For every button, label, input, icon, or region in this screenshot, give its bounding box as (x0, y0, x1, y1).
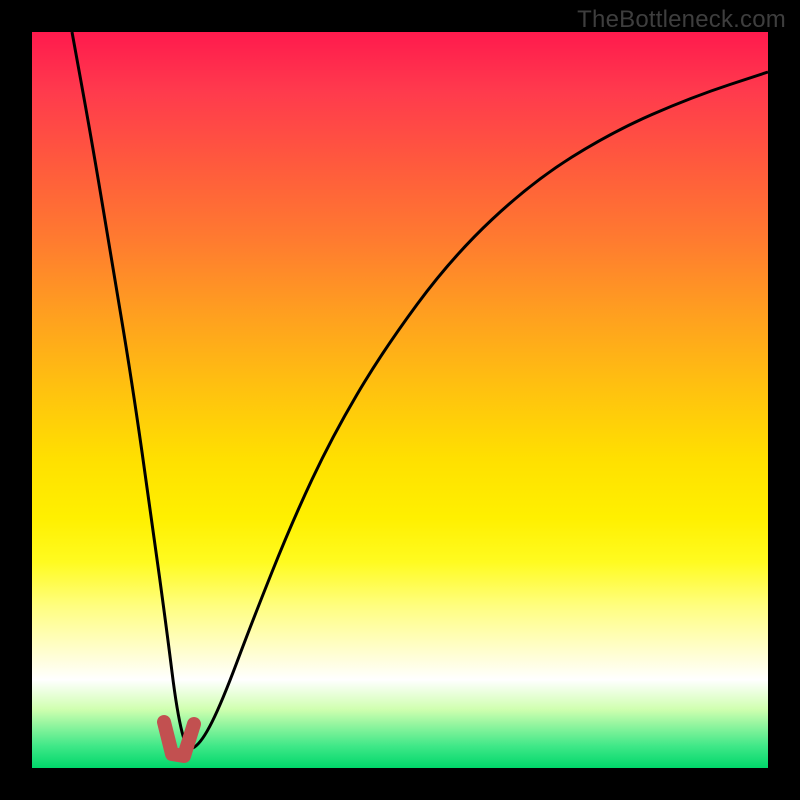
plot-area (32, 32, 768, 768)
watermark-text: TheBottleneck.com (577, 6, 786, 34)
curve-svg (32, 32, 768, 768)
bottleneck-marker-path (164, 722, 194, 756)
chart-frame: TheBottleneck.com (0, 0, 800, 800)
v-curve-path (72, 32, 768, 748)
